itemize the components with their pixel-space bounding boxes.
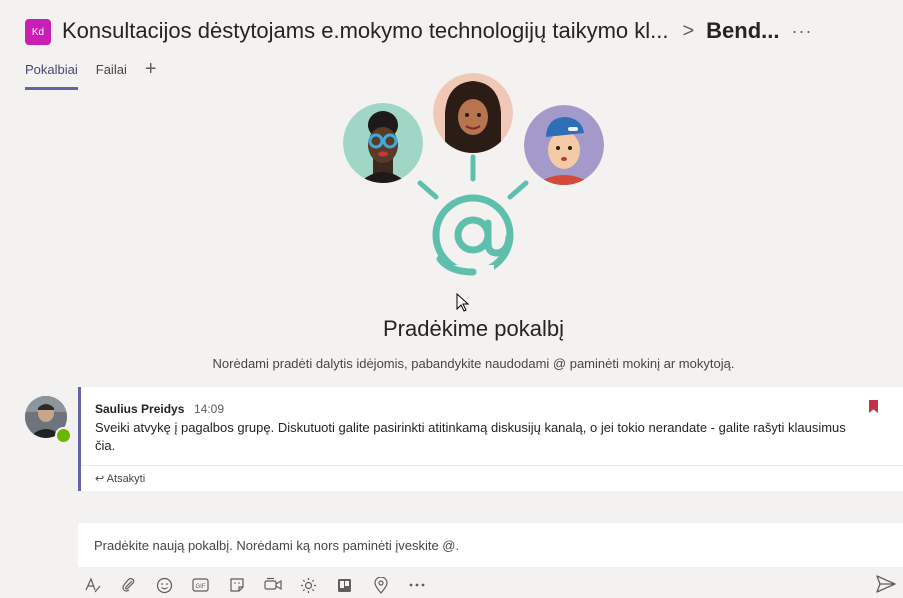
illustration-person-middle-icon: [433, 73, 513, 153]
message-author[interactable]: Saulius Preidys: [95, 402, 184, 416]
send-icon[interactable]: [876, 575, 896, 593]
format-icon[interactable]: [83, 576, 102, 595]
bookmark-icon[interactable]: [869, 400, 878, 413]
message-body: Sveiki atvykę į pagalbos grupę. Diskutuo…: [95, 420, 846, 453]
new-conversation-input[interactable]: Pradėkite naują pokalbį. Norėdami ką nor…: [78, 523, 903, 567]
more-options-button[interactable]: ···: [792, 21, 813, 42]
channel-name[interactable]: Bend...: [706, 18, 779, 44]
team-name[interactable]: Konsultacijos dėstytojams e.mokymo techn…: [62, 18, 668, 44]
add-tab-button[interactable]: +: [145, 59, 157, 79]
praise-icon[interactable]: [299, 576, 318, 595]
more-options-icon[interactable]: [407, 576, 426, 595]
reply-bar[interactable]: ↩ Atsakyti: [81, 465, 903, 492]
location-icon[interactable]: [371, 576, 390, 595]
sticker-icon[interactable]: [227, 576, 246, 595]
meet-now-icon[interactable]: [263, 576, 282, 595]
message-card: Saulius Preidys 14:09 Sveiki atvykę į pa…: [78, 387, 903, 491]
team-avatar[interactable]: Kd: [25, 19, 51, 45]
composer-placeholder: Pradėkite naują pokalbį. Norėdami ką nor…: [94, 538, 460, 553]
message-time: 14:09: [194, 402, 225, 416]
tab-posts[interactable]: Pokalbiai: [25, 60, 78, 90]
at-mention-icon: [417, 154, 529, 281]
svg-text:GIF: GIF: [196, 584, 206, 590]
attach-icon[interactable]: [119, 576, 138, 595]
reply-label: Atsakyti: [106, 473, 146, 485]
reply-arrow-icon: ↩: [95, 473, 105, 485]
tab-files[interactable]: Failai: [96, 60, 127, 90]
empty-state-title: Pradėkime pokalbį: [383, 316, 564, 341]
empty-state-subtitle: Norėdami pradėti dalytis idėjomis, paban…: [212, 356, 735, 371]
tab-bar: Pokalbiai Failai +: [25, 59, 157, 90]
gif-icon[interactable]: GIF: [191, 576, 210, 595]
mouse-cursor-icon: [456, 293, 470, 312]
emoji-icon[interactable]: [155, 576, 174, 595]
composer-toolbar: GIF: [78, 574, 438, 596]
breadcrumb-separator: >: [682, 19, 695, 42]
presence-available-icon: [55, 427, 72, 444]
planner-icon[interactable]: [335, 576, 354, 595]
empty-state: Pradėkime pokalbį Norėdami pradėti dalyt…: [0, 73, 903, 383]
breadcrumb: Konsultacijos dėstytojams e.mokymo techn…: [62, 14, 813, 48]
reply-button[interactable]: ↩ Atsakyti: [95, 472, 145, 485]
